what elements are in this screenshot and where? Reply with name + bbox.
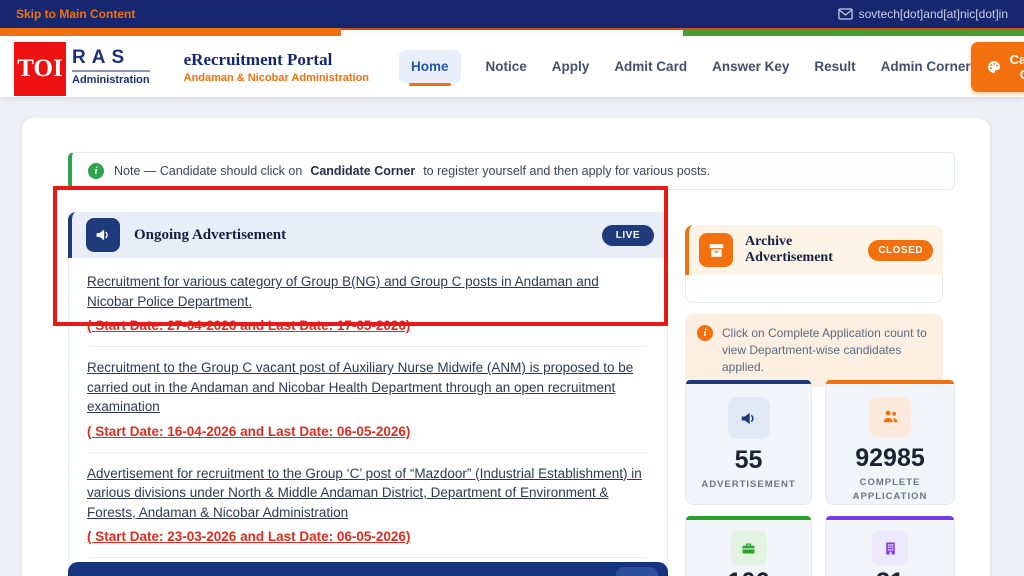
partial-count-purple: 31 — [876, 569, 904, 576]
stat-card-complete-application[interactable]: 92985 COMPLETE APPLICATION — [825, 380, 955, 505]
next-section-header-partial — [68, 562, 668, 576]
ongoing-advertisement-title: Ongoing Advertisement — [134, 227, 286, 244]
info-icon: i — [88, 163, 104, 179]
skip-to-main-content-link[interactable]: Skip to Main Content — [16, 7, 135, 21]
nav-item-apply[interactable]: Apply — [552, 50, 590, 83]
top-bar: Skip to Main Content sovtech[dot]and[at]… — [0, 0, 1024, 28]
page: Skip to Main Content sovtech[dot]and[at]… — [0, 0, 1024, 576]
note-banner: i Note — Candidate should click onCandid… — [68, 152, 955, 190]
advertisement-count: 55 — [735, 447, 763, 473]
note-highlight: Candidate Corner — [310, 164, 415, 178]
building-icon — [872, 530, 908, 566]
advertisement-label: ADVERTISEMENT — [701, 478, 795, 492]
live-badge: LIVE — [602, 225, 654, 246]
info-icon: i — [697, 325, 713, 341]
logo-text-bottom: Administration — [72, 70, 150, 86]
advertisement-link[interactable]: Recruitment to the Group C vacant post o… — [87, 358, 649, 441]
stats-grid: 55 ADVERTISEMENT 92985 COMPLETE APPLICAT… — [685, 380, 958, 576]
nav-item-admit-card[interactable]: Admit Card — [614, 50, 687, 83]
sidebar-note: i Click on Complete Application count to… — [685, 314, 943, 387]
logo-text-top: RAS — [72, 47, 150, 69]
site-logo: RAS Administration — [72, 47, 150, 86]
tricolor-stripe — [0, 28, 1024, 36]
site-header: TOI RAS Administration eRecruitment Port… — [0, 36, 1024, 97]
megaphone-icon — [86, 218, 120, 252]
archive-advertisement-title: Archive Advertisement — [745, 234, 868, 266]
briefcase-icon — [731, 530, 767, 566]
nav-item-answer-key[interactable]: Answer Key — [712, 50, 789, 83]
advertisement-link[interactable]: Advertisement for recruitment to the Gro… — [87, 464, 649, 547]
stat-card-advertisement: 55 ADVERTISEMENT — [685, 380, 812, 505]
partial-count-green: 106 — [728, 569, 770, 576]
archive-advertisement-header[interactable]: Archive Advertisement CLOSED — [685, 225, 943, 275]
portal-subtitle: Andaman & Nicobar Administration — [184, 72, 369, 84]
divider — [89, 452, 647, 453]
nav-item-result[interactable]: Result — [814, 50, 855, 83]
divider — [89, 557, 647, 558]
people-icon — [869, 397, 911, 437]
toi-watermark: TOI — [14, 42, 66, 96]
contact-email: sovtech[dot]and[at]nic[dot]in — [838, 7, 1008, 21]
nav-item-notice[interactable]: Notice — [486, 50, 527, 83]
advertisement-link[interactable]: Recruitment for various category of Grou… — [87, 272, 649, 335]
contact-email-text: sovtech[dot]and[at]nic[dot]in — [859, 7, 1008, 21]
partial-badge — [616, 567, 658, 576]
candidate-corner-label: Candidate Corner — [1010, 52, 1024, 82]
palette-icon — [986, 59, 1002, 75]
nav-item-admin-corner[interactable]: Admin Corner — [881, 50, 971, 83]
portal-title: eRecruitment Portal — [184, 50, 369, 70]
portal-title-block: eRecruitment Portal Andaman & Nicobar Ad… — [184, 50, 369, 84]
nav-item-home[interactable]: Home — [399, 50, 461, 83]
complete-application-count[interactable]: 92985 — [855, 445, 925, 471]
note-text: Note — Candidate should click onCandidat… — [114, 164, 710, 178]
ongoing-advertisement-list: Recruitment for various category of Grou… — [68, 258, 668, 576]
sidebar-note-text: Click on Complete Application count to v… — [722, 325, 931, 376]
archive-icon — [699, 233, 733, 267]
ongoing-advertisement-header: Ongoing Advertisement LIVE — [68, 212, 668, 258]
complete-application-label: COMPLETE APPLICATION — [835, 476, 945, 504]
stat-card-partial-green: 106 — [685, 516, 812, 576]
ongoing-advertisement-card: Ongoing Advertisement LIVE Recruitment f… — [68, 212, 668, 576]
candidate-corner-button[interactable]: Candidate Corner — [971, 42, 1024, 92]
envelope-icon — [838, 8, 853, 20]
megaphone-icon — [728, 397, 770, 439]
stat-card-partial-purple: 31 — [825, 516, 955, 576]
archive-advertisement-card: Archive Advertisement CLOSED — [685, 225, 943, 303]
archive-advertisement-body — [685, 275, 943, 303]
closed-badge: CLOSED — [868, 240, 933, 261]
main-nav: Home Notice Apply Admit Card Answer Key … — [399, 50, 971, 83]
divider — [89, 346, 647, 347]
